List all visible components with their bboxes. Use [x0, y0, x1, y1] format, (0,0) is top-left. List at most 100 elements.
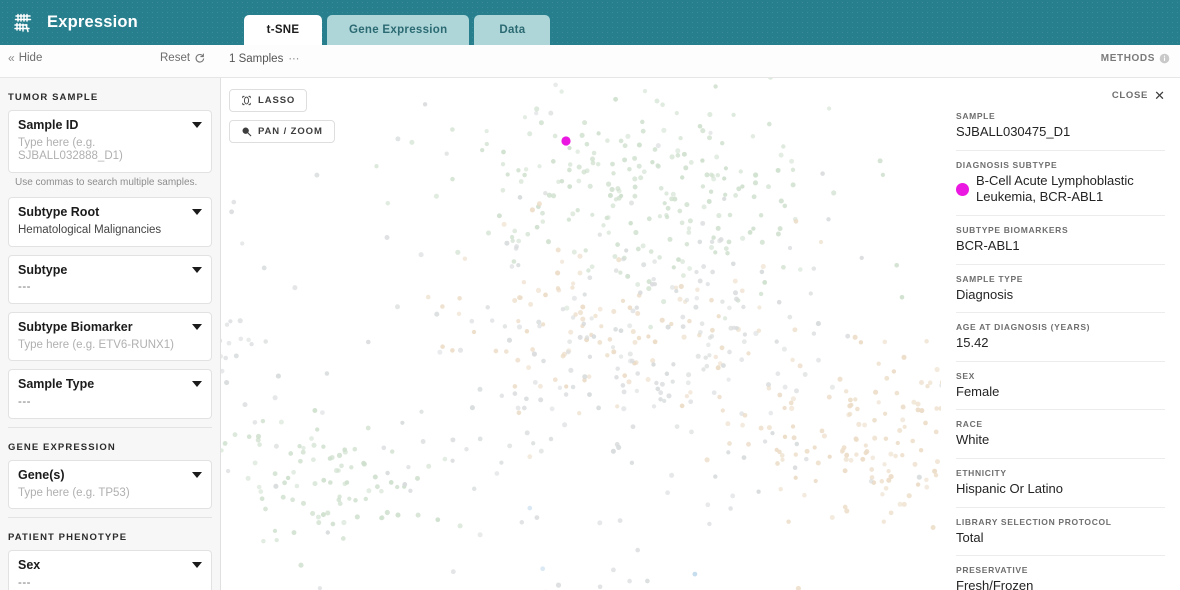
scatter-point[interactable]	[684, 297, 690, 303]
scatter-point[interactable]	[794, 388, 799, 394]
scatter-point[interactable]	[301, 445, 306, 451]
scatter-point[interactable]	[821, 433, 827, 439]
scatter-point[interactable]	[381, 445, 387, 451]
scatter-point[interactable]	[524, 430, 530, 436]
scatter-point[interactable]	[535, 287, 542, 293]
scatter-point[interactable]	[237, 318, 243, 324]
scatter-point[interactable]	[802, 492, 807, 498]
scatter-point[interactable]	[780, 457, 785, 462]
scatter-point[interactable]	[650, 160, 655, 165]
scatter-point[interactable]	[336, 452, 343, 458]
scatter-point[interactable]	[730, 261, 736, 267]
scatter-point[interactable]	[538, 397, 544, 403]
scatter-point[interactable]	[654, 380, 659, 386]
scatter-point[interactable]	[298, 458, 303, 464]
scatter-point[interactable]	[790, 424, 796, 429]
scatter-point[interactable]	[605, 138, 610, 143]
scatter-point[interactable]	[697, 278, 703, 284]
scatter-point[interactable]	[750, 134, 756, 139]
scatter-point[interactable]	[621, 406, 627, 412]
scatter-point[interactable]	[534, 106, 540, 112]
scatter-point[interactable]	[934, 366, 940, 373]
scatter-point[interactable]	[577, 270, 583, 276]
scatter-point[interactable]	[762, 280, 768, 285]
scatter-point[interactable]	[540, 219, 546, 224]
scatter-point[interactable]	[379, 515, 385, 521]
scatter-point[interactable]	[450, 348, 455, 353]
scatter-point[interactable]	[612, 254, 618, 259]
scatter-point[interactable]	[278, 419, 284, 425]
scatter-point[interactable]	[628, 220, 633, 226]
scatter-point[interactable]	[661, 127, 667, 133]
scatter-point[interactable]	[753, 172, 759, 178]
scatter-point[interactable]	[636, 142, 642, 148]
scatter-point[interactable]	[543, 190, 548, 196]
scatter-point[interactable]	[706, 199, 712, 204]
scatter-point[interactable]	[580, 304, 586, 310]
scatter-point[interactable]	[320, 410, 325, 415]
scatter-point[interactable]	[697, 123, 703, 129]
scatter-point[interactable]	[321, 477, 327, 483]
scatter-point[interactable]	[559, 89, 564, 94]
scatter-point[interactable]	[884, 375, 890, 381]
scatter-point[interactable]	[567, 184, 573, 189]
scatter-point[interactable]	[384, 509, 390, 516]
scatter-point[interactable]	[426, 463, 432, 469]
scatter-point[interactable]	[704, 457, 710, 463]
scatter-point[interactable]	[882, 411, 888, 416]
scatter-point[interactable]	[560, 353, 566, 359]
scatter-point[interactable]	[285, 475, 291, 481]
scatter-point[interactable]	[512, 228, 518, 234]
scatter-point[interactable]	[787, 245, 793, 251]
scatter-point[interactable]	[611, 171, 616, 176]
scatter-point[interactable]	[757, 305, 762, 310]
scatter-point[interactable]	[694, 295, 700, 301]
scatter-point[interactable]	[543, 292, 548, 298]
scatter-point[interactable]	[516, 168, 521, 173]
scatter-point[interactable]	[489, 318, 495, 323]
scatter-point[interactable]	[415, 475, 420, 481]
scatter-point[interactable]	[633, 229, 639, 236]
scatter-point[interactable]	[224, 380, 230, 386]
scatter-point[interactable]	[776, 299, 782, 305]
scatter-point[interactable]	[509, 264, 515, 269]
scatter-point[interactable]	[642, 88, 648, 94]
scatter-point[interactable]	[697, 239, 703, 245]
scatter-point[interactable]	[515, 405, 521, 411]
scatter-point[interactable]	[522, 172, 527, 178]
scatter-point[interactable]	[919, 408, 925, 414]
scatter-point[interactable]	[714, 154, 720, 160]
scatter-point[interactable]	[705, 281, 710, 287]
scatter-point[interactable]	[781, 346, 787, 352]
scatter-point[interactable]	[294, 483, 300, 489]
scatter-point[interactable]	[538, 120, 544, 126]
scatter-point[interactable]	[864, 449, 870, 455]
scatter-point[interactable]	[620, 383, 626, 388]
scatter-point[interactable]	[829, 384, 835, 390]
scatter-point[interactable]	[450, 127, 455, 132]
scatter-point[interactable]	[632, 155, 638, 161]
scatter-point[interactable]	[676, 257, 681, 262]
scatter-point[interactable]	[638, 290, 643, 295]
scatter-point[interactable]	[553, 82, 558, 88]
scatter-point[interactable]	[901, 501, 907, 507]
scatter-point[interactable]	[657, 255, 662, 260]
scatter-point[interactable]	[756, 328, 762, 333]
scatter-point[interactable]	[759, 269, 765, 275]
scatter-point[interactable]	[777, 392, 783, 398]
scatter-point[interactable]	[715, 172, 721, 178]
scatter-point[interactable]	[541, 358, 546, 364]
scatter-point[interactable]	[815, 460, 821, 466]
scatter-point[interactable]	[515, 357, 521, 363]
scatter-point[interactable]	[512, 391, 518, 396]
scatter-point[interactable]	[314, 172, 320, 178]
scatter-point[interactable]	[651, 404, 657, 409]
scatter-point[interactable]	[746, 441, 751, 447]
scatter-point[interactable]	[709, 245, 714, 250]
scatter-point[interactable]	[613, 96, 619, 102]
scatter-point[interactable]	[759, 239, 765, 245]
scatter-point[interactable]	[337, 494, 342, 499]
scatter-point[interactable]	[734, 296, 739, 302]
scatter-point[interactable]	[385, 200, 391, 206]
scatter-point[interactable]	[638, 175, 644, 181]
